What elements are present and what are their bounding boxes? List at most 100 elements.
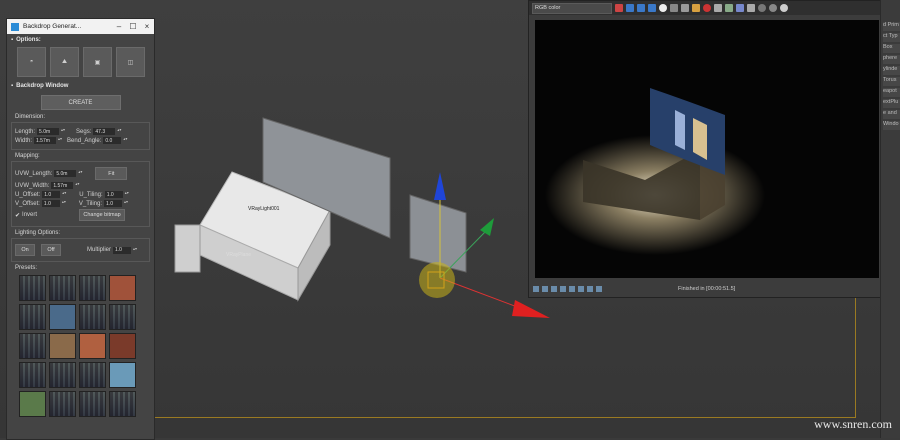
color-balls-icon[interactable] (615, 4, 623, 12)
bend-angle-input[interactable]: 0.0 (103, 137, 122, 144)
invert-checkbox[interactable]: ✔ (15, 212, 20, 219)
red-channel-icon[interactable] (626, 4, 634, 12)
command-item[interactable]: Box (883, 44, 900, 53)
width-input[interactable]: 1.57m (34, 137, 57, 144)
command-item[interactable]: phere (883, 55, 900, 64)
change-bitmap-button[interactable]: Change bitmap (79, 209, 126, 221)
landscape-button[interactable]: ⛰ (50, 47, 79, 77)
preset-thumbnail[interactable] (79, 362, 106, 388)
stop-icon[interactable] (769, 4, 777, 12)
preset-thumbnail[interactable] (109, 391, 136, 417)
status-icon[interactable] (569, 286, 575, 292)
command-item[interactable]: d Prim (883, 22, 900, 31)
create-button[interactable]: CREATE (40, 95, 121, 110)
render-preview (535, 20, 879, 278)
status-icon[interactable] (560, 286, 566, 292)
preset-thumbnail[interactable] (109, 304, 136, 330)
multiplier-spinner-icon[interactable]: ▴▾ (133, 246, 137, 254)
preset-thumbnail[interactable] (49, 362, 76, 388)
preset-thumbnail[interactable] (49, 391, 76, 417)
mapping-group: UVW_Length: 5.0m ▴▾ Fit UVW_Width: 1.57m ▴… (11, 161, 150, 227)
panel-titlebar[interactable]: Backdrop Generat... – ☐ × (7, 19, 154, 34)
region-render-icon[interactable] (714, 4, 722, 12)
width-spinner-icon[interactable]: ▴▾ (58, 137, 62, 144)
preset-thumbnail[interactable] (19, 362, 46, 388)
blue-channel-icon[interactable] (648, 4, 656, 12)
command-item[interactable]: ylinde (883, 66, 900, 75)
uvw-width-input[interactable]: 1.57m (51, 182, 74, 189)
uvw-width-spinner-icon[interactable]: ▴▾ (75, 182, 79, 189)
status-icon[interactable] (596, 286, 602, 292)
options-header[interactable]: ▪ Options: (11, 37, 150, 43)
u-offset-input[interactable]: 1.0 (42, 191, 61, 198)
uvw-length-spinner-icon[interactable]: ▴▾ (78, 170, 82, 177)
multiplier-input[interactable]: 1.0 (113, 246, 132, 254)
segs-input[interactable]: 47.3 (93, 128, 116, 135)
status-icon[interactable] (542, 286, 548, 292)
clear-icon[interactable] (703, 4, 711, 12)
length-input[interactable]: 5.0m (37, 128, 60, 135)
preset-thumbnail[interactable] (109, 275, 136, 301)
preset-thumbnail[interactable] (19, 333, 46, 359)
v-tiling-spinner-icon[interactable]: ▴▾ (124, 200, 128, 207)
window-backdrop-button[interactable]: ◫ (116, 47, 145, 77)
save-icon[interactable] (681, 4, 689, 12)
presets-label: Presets: (15, 265, 38, 271)
command-item[interactable]: Torus (883, 77, 900, 86)
u-tiling-spinner-icon[interactable]: ▴▾ (125, 191, 129, 198)
light-on-button[interactable]: On (15, 244, 35, 256)
preset-thumbnail[interactable] (109, 362, 136, 388)
render-toolbar: RGB color (529, 1, 886, 15)
watermark: www.snren.com (814, 417, 892, 431)
v-offset-input[interactable]: 1.0 (41, 200, 60, 207)
preset-thumbnail[interactable] (79, 304, 106, 330)
command-item[interactable]: ct Typ (883, 33, 900, 42)
folder-icon[interactable] (692, 4, 700, 12)
preset-thumbnail[interactable] (49, 333, 76, 359)
command-item[interactable]: Windo (883, 121, 900, 130)
lens-effects-icon[interactable] (747, 4, 755, 12)
alpha-icon[interactable] (659, 4, 667, 12)
light-off-button[interactable]: Off (41, 244, 61, 256)
v-offset-spinner-icon[interactable]: ▴▾ (62, 200, 66, 207)
status-icon[interactable] (578, 286, 584, 292)
preset-thumbnail[interactable] (79, 275, 106, 301)
hdri-dome-button[interactable]: ◓ (17, 47, 46, 77)
preset-thumbnail[interactable] (19, 275, 46, 301)
backdrop-image-button[interactable]: ▣ (83, 47, 112, 77)
uvw-length-input[interactable]: 5.0m (54, 170, 77, 177)
maximize-button[interactable]: ☐ (126, 22, 140, 31)
preset-thumbnail[interactable] (79, 333, 106, 359)
settings-icon[interactable] (758, 4, 766, 12)
bend-angle-spinner-icon[interactable]: ▴▾ (123, 137, 127, 144)
length-spinner-icon[interactable]: ▴▾ (61, 128, 65, 135)
preset-thumbnail[interactable] (109, 333, 136, 359)
status-icon[interactable] (533, 286, 539, 292)
presets-grid (19, 275, 154, 417)
command-item[interactable]: eapot (883, 88, 900, 97)
preset-thumbnail[interactable] (49, 275, 76, 301)
u-offset-spinner-icon[interactable]: ▴▾ (62, 191, 66, 198)
collapse-icon: ▪ (11, 83, 14, 89)
u-tiling-input[interactable]: 1.0 (104, 191, 123, 198)
command-item[interactable]: extPlu (883, 99, 900, 108)
channel-dropdown[interactable]: RGB color (532, 2, 612, 14)
green-channel-icon[interactable] (637, 4, 645, 12)
backdrop-window-header[interactable]: ▪ Backdrop Window (11, 83, 150, 89)
minimize-button[interactable]: – (112, 22, 126, 31)
segs-spinner-icon[interactable]: ▴▾ (117, 128, 121, 135)
preset-thumbnail[interactable] (19, 304, 46, 330)
history-icon[interactable] (736, 4, 744, 12)
command-item[interactable]: e and (883, 110, 900, 119)
render-teapot-icon[interactable] (780, 4, 788, 12)
preset-thumbnail[interactable] (19, 391, 46, 417)
v-tiling-input[interactable]: 1.0 (104, 200, 123, 207)
preset-thumbnail[interactable] (79, 391, 106, 417)
fit-button[interactable]: Fit (95, 167, 128, 180)
track-mouse-icon[interactable] (725, 4, 733, 12)
status-icon[interactable] (587, 286, 593, 292)
mono-icon[interactable] (670, 4, 678, 12)
status-icon[interactable] (551, 286, 557, 292)
preset-thumbnail[interactable] (49, 304, 76, 330)
close-button[interactable]: × (140, 22, 154, 31)
